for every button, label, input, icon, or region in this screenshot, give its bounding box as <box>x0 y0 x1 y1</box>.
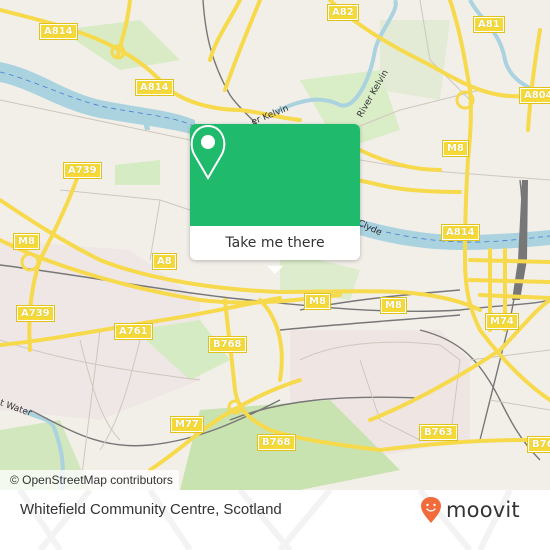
road-label-m8: M8 <box>13 233 40 250</box>
road-label-m8: M8 <box>304 293 331 310</box>
road-label-b768: B768 <box>257 434 296 451</box>
road-label-a814: A814 <box>441 224 480 241</box>
place-name: Whitefield Community Centre, Scotland <box>20 501 282 518</box>
road-label-a739: A739 <box>63 162 102 179</box>
road-label-a814: A814 <box>135 79 174 96</box>
moovit-pin-icon <box>421 497 441 523</box>
destination-popup[interactable]: Take me there <box>190 124 360 274</box>
popup-pointer <box>267 266 283 274</box>
road-label-b768: B768 <box>208 336 247 353</box>
road-label-a739: A739 <box>16 305 55 322</box>
road-label-b763: B763 <box>419 424 458 441</box>
road-label-b76: B76 <box>527 436 550 453</box>
moovit-logo[interactable]: moovit <box>420 496 520 524</box>
road-label-m77: M77 <box>170 416 204 433</box>
footer: Whitefield Community Centre, Scotland mo… <box>0 490 550 550</box>
road-label-a814: A814 <box>39 23 78 40</box>
road-label-a81: A81 <box>473 16 505 33</box>
brand-name: moovit <box>446 498 520 522</box>
road-label-a82: A82 <box>327 4 359 21</box>
road-label-m8: M8 <box>380 297 407 314</box>
map-attribution[interactable]: © OpenStreetMap contributors <box>0 470 179 490</box>
road-label-m74: M74 <box>485 313 519 330</box>
road-label-m8: M8 <box>442 140 469 157</box>
location-pin-icon <box>190 124 226 180</box>
map[interactable]: A814 A814 A82 A81 A804 A739 M8 A8 M8 A81… <box>0 0 550 490</box>
road-label-a8: A8 <box>152 253 177 270</box>
popup-header[interactable] <box>190 124 360 232</box>
road-label-a761: A761 <box>114 323 153 340</box>
road-label-a804: A804 <box>519 87 550 104</box>
take-me-there-button[interactable]: Take me there <box>190 226 360 260</box>
